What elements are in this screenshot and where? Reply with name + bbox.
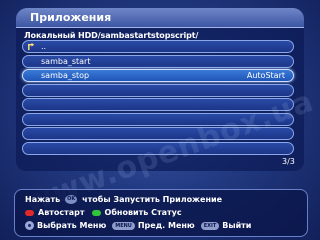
file-list-label: samba_stop [41,71,90,80]
nav-label: Выбрать Меню [37,221,107,230]
current-path: Локальный HDD/sambastartstopscript/ [24,31,199,40]
green-key-icon [91,209,101,216]
exit-key-icon: EXIT [200,221,220,230]
ok-key-icon: OK [65,195,78,204]
folder-up-icon [28,42,35,51]
navigation-arrows-icon [25,221,34,230]
autostart-badge: AutoStart [246,71,285,80]
help-line-nav: Выбрать Меню MENU Пред. Меню EXIT Выйти [25,221,251,230]
file-list-row[interactable]: .. [22,40,294,53]
page-indicator: 3/3 [282,157,295,166]
green-key-label[interactable]: Обновить Статус [105,208,182,217]
file-list-label: .. [41,42,47,51]
help-prefix: Нажать [25,195,61,204]
menu-key-icon: MENU [112,221,135,230]
window-title: Приложения [16,8,304,28]
file-list-row[interactable] [22,83,294,97]
help-bar: Нажать OK чтобы Запустить Приложение Авт… [14,189,308,237]
window-title-text: Приложения [30,11,112,24]
exit-label[interactable]: Выйти [222,221,251,230]
file-list-row[interactable]: samba_start [22,54,294,68]
red-key-label[interactable]: Автостарт [38,208,85,217]
file-list-label: samba_start [41,56,91,66]
red-key-icon [25,209,34,216]
help-ok-text: чтобы Запустить Приложение [82,195,223,204]
file-list-row[interactable]: samba_stop AutoStart [22,69,294,82]
help-line-ok: Нажать OK чтобы Запустить Приложение [25,195,222,204]
menu-label[interactable]: Пред. Меню [138,221,195,230]
help-line-colors: Автостарт Обновить Статус [25,208,182,217]
